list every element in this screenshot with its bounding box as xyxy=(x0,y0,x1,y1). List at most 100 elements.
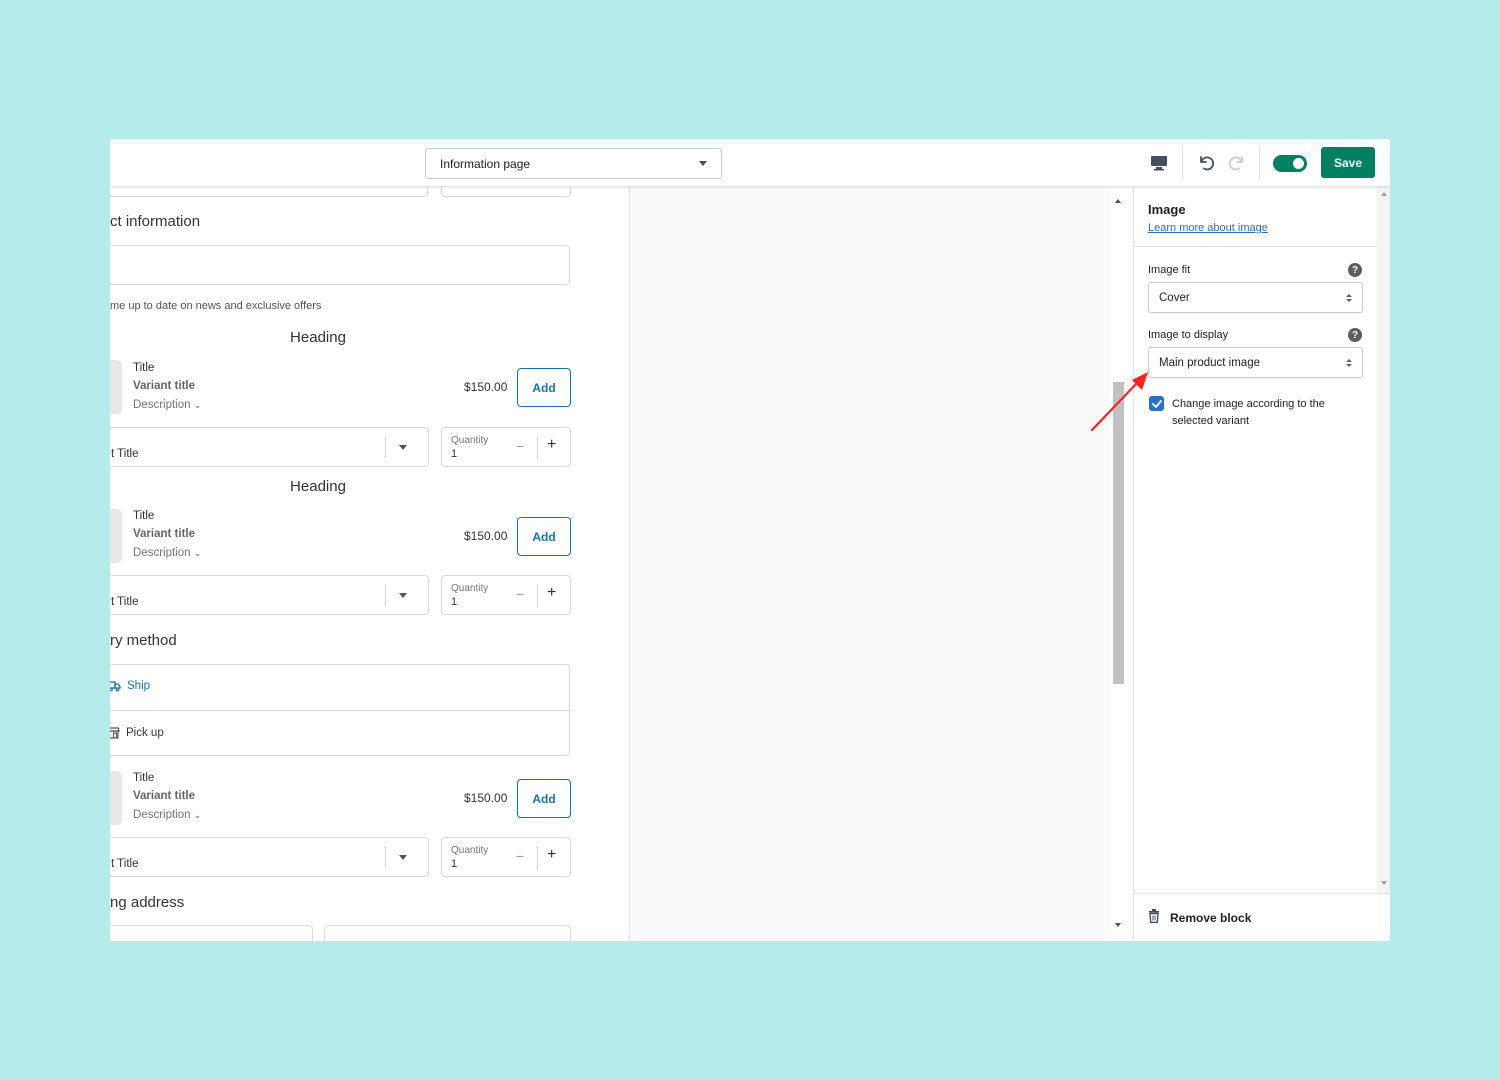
annotation-arrow-icon xyxy=(1090,372,1148,432)
image-fit-value: Cover xyxy=(1159,291,1190,304)
product-description-toggle[interactable]: Description ⌄ xyxy=(133,547,201,559)
delivery-option-pickup[interactable]: Pick up xyxy=(110,726,164,739)
plus-icon[interactable]: + xyxy=(547,584,556,602)
image-fit-select[interactable]: Cover xyxy=(1148,282,1363,313)
shipping-section-title: ng address xyxy=(110,894,185,911)
product-heading: Heading xyxy=(290,478,346,495)
quantity-label: Quantity xyxy=(451,435,489,446)
page-selector-label: Information page xyxy=(440,156,531,171)
chevron-down-icon xyxy=(399,855,407,860)
product-description-toggle[interactable]: Description ⌄ xyxy=(133,809,201,821)
pickup-label: Pick up xyxy=(126,726,164,739)
input-partial xyxy=(110,187,428,197)
preview-scrollbar[interactable] xyxy=(1110,187,1128,941)
scroll-up-icon[interactable] xyxy=(1381,192,1387,196)
variant-select[interactable]: t Title xyxy=(110,837,429,877)
save-button[interactable]: Save xyxy=(1321,147,1375,178)
help-icon[interactable]: ? xyxy=(1348,263,1362,277)
quantity-label: Quantity xyxy=(451,845,489,856)
quantity-stepper[interactable]: Quantity 1 − + xyxy=(441,837,571,877)
plus-icon[interactable]: + xyxy=(547,436,556,454)
delivery-option-ship[interactable]: Ship xyxy=(110,680,150,692)
stepper-divider xyxy=(537,436,538,460)
product-thumbnail xyxy=(110,509,122,563)
store-icon xyxy=(110,727,120,739)
preview-toggle[interactable] xyxy=(1273,155,1307,172)
product-variant: Variant title xyxy=(133,528,195,540)
delivery-divider xyxy=(110,710,571,711)
newsletter-text: me up to date on news and exclusive offe… xyxy=(110,300,322,312)
desktop-icon xyxy=(1151,156,1167,171)
trash-icon xyxy=(1149,909,1159,923)
plus-icon[interactable]: + xyxy=(547,846,556,864)
minus-icon[interactable]: − xyxy=(516,438,524,454)
stepper-divider xyxy=(537,584,538,608)
undo-button[interactable] xyxy=(1194,151,1218,175)
product-title: Title xyxy=(133,510,155,522)
select-divider xyxy=(385,584,386,606)
image-display-label: Image to display xyxy=(1148,329,1229,341)
page-selector[interactable]: Information page xyxy=(425,148,722,179)
product-variant: Variant title xyxy=(133,380,195,392)
learn-more-link[interactable]: Learn more about image xyxy=(1148,222,1268,234)
product-description: Description xyxy=(133,547,191,559)
remove-block-button[interactable]: Remove block xyxy=(1170,911,1251,925)
input-partial[interactable] xyxy=(110,925,313,941)
input-partial[interactable] xyxy=(324,925,571,941)
add-button[interactable]: Add xyxy=(517,517,571,556)
email-input[interactable] xyxy=(110,245,570,285)
chevron-down-icon xyxy=(399,593,407,598)
panel-scrollbar[interactable] xyxy=(1377,187,1390,893)
redo-button[interactable] xyxy=(1225,151,1249,175)
variant-select[interactable]: t Title xyxy=(110,427,429,467)
chevron-down-icon: ⌄ xyxy=(193,548,202,558)
variant-select[interactable]: t Title xyxy=(110,575,429,615)
product-description-toggle[interactable]: Description ⌄ xyxy=(133,399,201,411)
product-price: $150.00 xyxy=(464,529,508,543)
product-price: $150.00 xyxy=(464,791,508,805)
scroll-up-icon[interactable] xyxy=(1115,199,1121,203)
minus-icon[interactable]: − xyxy=(516,848,524,864)
quantity-stepper[interactable]: Quantity 1 − + xyxy=(441,427,571,467)
scroll-down-icon[interactable] xyxy=(1115,923,1121,927)
add-button[interactable]: Add xyxy=(517,368,571,407)
contact-section-title: ct information xyxy=(110,213,201,230)
product-title: Title xyxy=(133,362,155,374)
chevron-down-icon xyxy=(699,161,707,166)
toolbar-divider xyxy=(1259,145,1260,181)
editor-window: Information page Save ct information me … xyxy=(110,139,1390,941)
image-fit-label: Image fit xyxy=(1148,264,1191,276)
select-divider xyxy=(385,846,386,868)
scroll-down-icon[interactable] xyxy=(1381,881,1387,885)
variant-select-value: t Title xyxy=(111,858,139,870)
product-price: $150.00 xyxy=(464,380,508,394)
quantity-stepper[interactable]: Quantity 1 − + xyxy=(441,575,571,615)
toolbar-divider xyxy=(1182,145,1183,181)
toggle-knob xyxy=(1293,158,1304,169)
help-icon[interactable]: ? xyxy=(1348,328,1362,342)
product-thumbnail xyxy=(110,360,122,414)
ship-label: Ship xyxy=(127,680,151,692)
variant-select-value: t Title xyxy=(111,448,139,460)
select-divider xyxy=(385,436,386,458)
variant-select-value: t Title xyxy=(111,596,139,608)
product-description: Description xyxy=(133,809,191,821)
desktop-view-button[interactable] xyxy=(1147,151,1171,175)
quantity-label: Quantity xyxy=(451,583,489,594)
checkout-preview: ct information me up to date on news and… xyxy=(110,187,630,941)
undo-icon xyxy=(1200,156,1215,171)
product-thumbnail xyxy=(110,771,122,825)
panel-divider xyxy=(1134,246,1377,247)
image-display-value: Main product image xyxy=(1159,356,1260,369)
input-partial xyxy=(441,187,571,197)
chevron-down-icon: ⌄ xyxy=(193,810,202,820)
variant-image-checkbox-label: Change image according to the selected v… xyxy=(1172,398,1325,427)
minus-icon[interactable]: − xyxy=(516,586,524,602)
add-button[interactable]: Add xyxy=(517,779,571,818)
select-arrows-icon xyxy=(1346,358,1352,367)
panel-footer: Remove block xyxy=(1134,893,1390,941)
product-heading: Heading xyxy=(290,329,346,346)
product-variant: Variant title xyxy=(133,790,195,802)
image-display-select[interactable]: Main product image xyxy=(1148,347,1363,378)
quantity-value: 1 xyxy=(451,596,458,608)
